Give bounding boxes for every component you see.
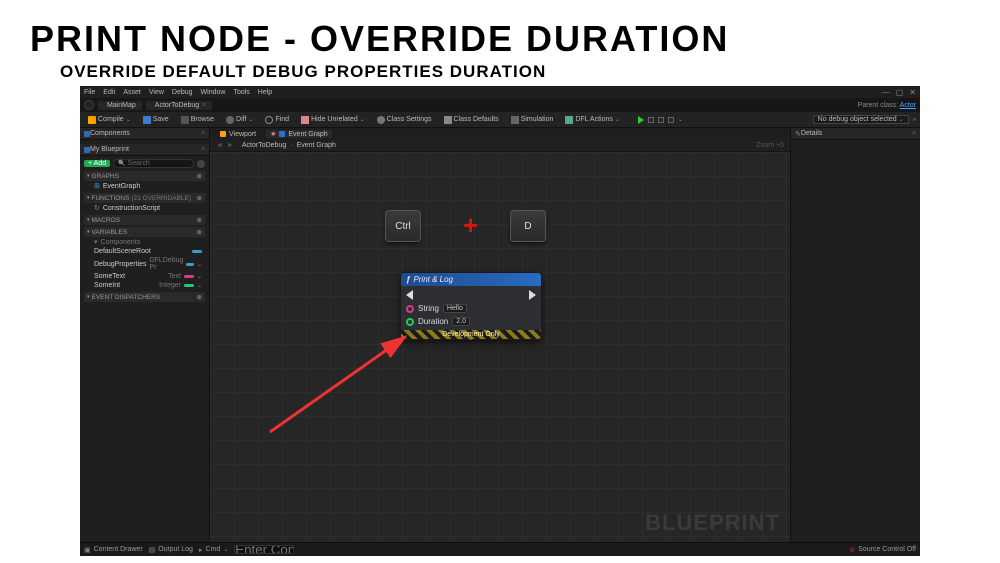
var-sometext[interactable]: SomeTextText⌄ bbox=[84, 272, 205, 281]
status-bar: ▣Content Drawer ▤Output Log ▸Cmd⌄ ⊘Sourc… bbox=[80, 542, 920, 556]
crumb-nav-fwd-icon[interactable]: ► bbox=[227, 142, 234, 149]
duration-value-input[interactable]: 2.0 bbox=[452, 317, 470, 326]
string-pin[interactable] bbox=[406, 305, 414, 313]
document-tabs: MainMap ActorToDebug× Parent class: Acto… bbox=[80, 98, 920, 112]
browse-button[interactable]: Browse bbox=[177, 115, 218, 125]
cmd-selector[interactable]: ▸Cmd⌄ bbox=[199, 546, 228, 554]
components-panel-tab[interactable]: Components× bbox=[80, 128, 209, 140]
compile-button[interactable]: Compile⌄ bbox=[84, 115, 135, 125]
blueprint-tab[interactable]: ActorToDebug× bbox=[146, 101, 212, 110]
parent-class-label: Parent class: Actor bbox=[858, 102, 916, 109]
my-blueprint-panel-tab[interactable]: My Blueprint× bbox=[80, 144, 209, 156]
step2-icon[interactable] bbox=[658, 117, 664, 123]
menu-view[interactable]: View bbox=[149, 89, 164, 96]
functions-section[interactable]: FUNCTIONS (21 OVERRIDABLE)⊕ bbox=[84, 193, 205, 203]
node-header[interactable]: ƒPrint & Log bbox=[401, 273, 541, 286]
window-maximize-icon[interactable]: ▢ bbox=[896, 88, 904, 97]
find-button[interactable]: Find bbox=[261, 115, 293, 125]
class-defaults-button[interactable]: Class Defaults bbox=[440, 115, 503, 125]
output-log-button[interactable]: ▤Output Log bbox=[149, 546, 193, 554]
duration-label: Duration bbox=[418, 317, 448, 326]
event-graph-tab[interactable]: ★Event Graph bbox=[266, 130, 332, 138]
eventgraph-item[interactable]: ⊞EventGraph bbox=[84, 181, 205, 191]
play-icon[interactable] bbox=[638, 116, 644, 124]
main-toolbar: Compile⌄ Save Browse Diff⌄ Find Hide Unr… bbox=[80, 112, 920, 128]
string-label: String bbox=[418, 304, 439, 313]
variable-group[interactable]: ▾ Components bbox=[84, 237, 205, 247]
dfl-actions-button[interactable]: DFL Actions⌄ bbox=[561, 115, 624, 125]
menu-bar: File Edit Asset View Debug Window Tools … bbox=[80, 86, 920, 98]
details-panel-tab[interactable]: ✎ Details× bbox=[791, 128, 920, 140]
save-button[interactable]: Save bbox=[139, 115, 173, 125]
crumb-root[interactable]: ActorToDebug bbox=[242, 142, 286, 149]
graphs-section[interactable]: GRAPHS⊕ bbox=[84, 171, 205, 181]
viewport-tab[interactable]: Viewport bbox=[216, 131, 260, 138]
var-defaultsceneroot[interactable]: DefaultSceneRoot bbox=[84, 247, 205, 256]
macros-section[interactable]: MACROS⊕ bbox=[84, 215, 205, 225]
graph-watermark: BLUEPRINT bbox=[645, 510, 780, 536]
crumb-graph[interactable]: Event Graph bbox=[297, 142, 336, 149]
node-expand-icon[interactable]: ⌄ bbox=[468, 334, 474, 342]
play-options-icon[interactable]: ⌄ bbox=[678, 116, 683, 123]
debug-object-selector[interactable]: No debug object selected ⌄ bbox=[813, 115, 909, 124]
slide-subtitle: OVERRIDE DEFAULT DEBUG PROPERTIES DURATI… bbox=[0, 60, 1000, 82]
console-command-input[interactable] bbox=[234, 545, 294, 554]
crumb-nav-back-icon[interactable]: ◄ bbox=[216, 142, 223, 149]
menu-help[interactable]: Help bbox=[258, 89, 272, 96]
event-dispatchers-section[interactable]: EVENT DISPATCHERS⊕ bbox=[84, 292, 205, 302]
menu-tools[interactable]: Tools bbox=[233, 89, 249, 96]
menu-window[interactable]: Window bbox=[201, 89, 226, 96]
plus-icon: + bbox=[463, 210, 478, 241]
graph-canvas[interactable]: Ctrl + D ƒPrint & Log bbox=[210, 152, 790, 542]
menu-debug[interactable]: Debug bbox=[172, 89, 193, 96]
parent-class-link[interactable]: Actor bbox=[900, 102, 916, 109]
constructionscript-item[interactable]: ↻ConstructionScript bbox=[84, 203, 205, 213]
menu-file[interactable]: File bbox=[84, 89, 95, 96]
exec-out-pin[interactable] bbox=[529, 290, 536, 300]
map-tab[interactable]: MainMap bbox=[98, 101, 142, 110]
ue-editor-window: File Edit Asset View Debug Window Tools … bbox=[80, 86, 920, 556]
string-value-input[interactable]: Hello bbox=[443, 304, 467, 313]
annotation-arrow-icon bbox=[260, 322, 420, 442]
menu-edit[interactable]: Edit bbox=[103, 89, 115, 96]
class-settings-button[interactable]: Class Settings bbox=[373, 115, 436, 125]
stop-icon[interactable] bbox=[668, 117, 674, 123]
step-icon[interactable] bbox=[648, 117, 654, 123]
toolbar-overflow-icon[interactable]: » bbox=[913, 117, 916, 123]
print-log-node[interactable]: ƒPrint & Log String Hello bbox=[400, 272, 542, 340]
add-button[interactable]: + Add bbox=[84, 160, 110, 167]
var-someint[interactable]: SomeIntInteger⌄ bbox=[84, 281, 205, 290]
blueprint-settings-icon[interactable] bbox=[197, 160, 205, 168]
blueprint-search-input[interactable]: 🔍 Search bbox=[113, 159, 194, 168]
duration-pin[interactable] bbox=[406, 318, 414, 326]
zoom-level: Zoom +5 bbox=[756, 142, 784, 149]
slide-title: PRINT NODE - OVERRIDE DURATION bbox=[0, 0, 1000, 60]
variables-section[interactable]: VARIABLES⊕ bbox=[84, 227, 205, 237]
menu-asset[interactable]: Asset bbox=[123, 89, 141, 96]
hide-unrelated-button[interactable]: Hide Unrelated⌄ bbox=[297, 115, 369, 125]
diff-button[interactable]: Diff⌄ bbox=[222, 115, 257, 125]
content-drawer-button[interactable]: ▣Content Drawer bbox=[84, 546, 143, 554]
simulation-button[interactable]: Simulation bbox=[507, 115, 558, 125]
var-debugproperties[interactable]: DebugPropertiesDFLDebug Pr⌄ bbox=[84, 256, 205, 272]
exec-in-pin[interactable] bbox=[406, 290, 413, 300]
source-control-button[interactable]: ⊘Source Control Off bbox=[849, 546, 916, 554]
ue-logo-icon bbox=[84, 100, 94, 110]
graph-tab-row: Viewport ★Event Graph bbox=[210, 128, 790, 140]
ctrl-key-icon: Ctrl bbox=[385, 210, 421, 242]
window-minimize-icon[interactable]: — bbox=[882, 88, 890, 97]
breadcrumb: ◄ ► ActorToDebug › Event Graph Zoom +5 bbox=[210, 140, 790, 152]
d-key-icon: D bbox=[510, 210, 546, 242]
window-close-icon[interactable]: ✕ bbox=[909, 88, 916, 97]
